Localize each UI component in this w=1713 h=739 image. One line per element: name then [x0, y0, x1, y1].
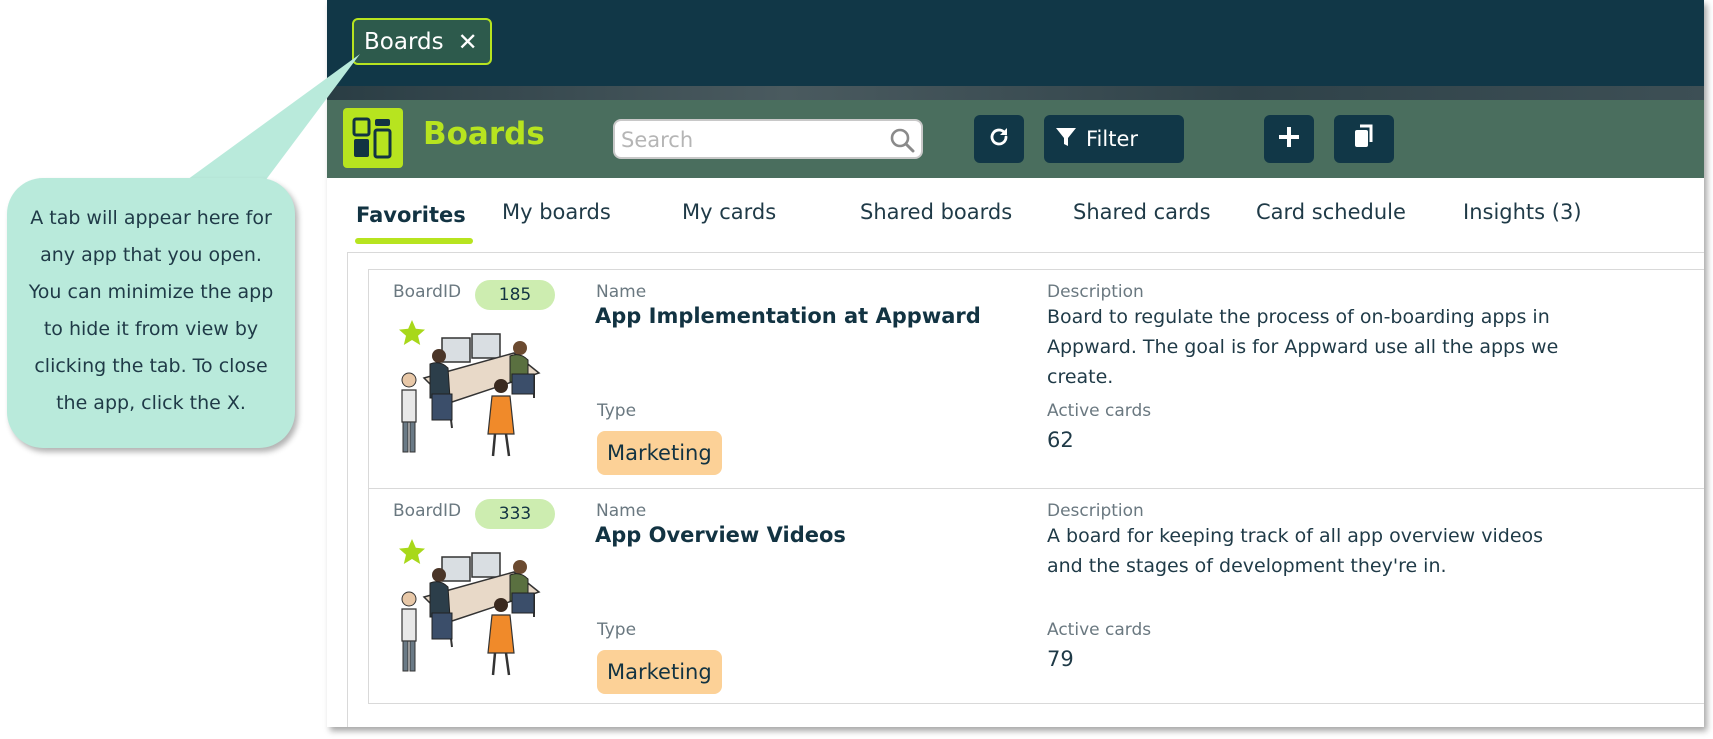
app-title: Boards — [423, 116, 545, 152]
board-view-tabs: Favorites My boards My cards Shared boar… — [327, 178, 1704, 248]
type-tag: Marketing — [597, 431, 722, 475]
active-cards-label: Active cards — [1047, 620, 1152, 640]
type-label: Type — [597, 401, 637, 421]
search-box[interactable] — [613, 119, 923, 159]
name-label: Name — [596, 282, 647, 302]
copy-board-button[interactable] — [1334, 115, 1394, 163]
boards-list: BoardID 185 Name App Implementation at A… — [347, 252, 1704, 727]
board-row[interactable]: BoardID 333 Name App Overview Videos Typ… — [368, 489, 1704, 704]
tab-card-schedule[interactable]: Card schedule — [1256, 200, 1406, 224]
callout-text: A tab will appear here for any app that … — [28, 207, 274, 414]
app-header: Boards F — [327, 100, 1704, 178]
description-label: Description — [1047, 501, 1144, 521]
copy-icon — [1352, 124, 1376, 154]
boards-app-window: Boards ✕ Boards Search Filter Favorites … — [327, 0, 1704, 727]
type-tag: Marketing — [597, 650, 722, 694]
board-name[interactable]: App Overview Videos — [595, 523, 846, 547]
star-icon[interactable] — [397, 537, 427, 571]
tab-shared-cards[interactable]: Shared cards — [1073, 200, 1211, 224]
board-name[interactable]: App Implementation at Appward — [595, 304, 981, 328]
search-icon[interactable] — [889, 127, 915, 157]
app-tab-bar: Boards ✕ — [327, 0, 1704, 88]
active-cards-count: 79 — [1047, 647, 1074, 671]
board-id-label: BoardID — [393, 501, 462, 521]
board-id-badge: 333 — [475, 499, 555, 529]
tab-my-boards[interactable]: My boards — [502, 200, 611, 224]
star-icon[interactable] — [397, 318, 427, 352]
refresh-icon — [987, 125, 1011, 153]
help-callout: A tab will appear here for any app that … — [7, 178, 295, 448]
name-label: Name — [596, 501, 647, 521]
tab-insights[interactable]: Insights (3) — [1463, 200, 1582, 224]
tab-my-cards[interactable]: My cards — [682, 200, 776, 224]
board-description: Board to regulate the process of on-boar… — [1047, 306, 1559, 388]
tab-shared-boards[interactable]: Shared boards — [860, 200, 1012, 224]
type-label: Type — [597, 620, 637, 640]
board-description: A board for keeping track of all app ove… — [1047, 525, 1544, 577]
filter-label: Filter — [1086, 127, 1139, 151]
board-row[interactable]: BoardID 185 Name App Implementation at A… — [368, 269, 1704, 489]
description-label: Description — [1047, 282, 1144, 302]
active-cards-count: 62 — [1047, 428, 1074, 452]
filter-icon — [1054, 125, 1078, 154]
board-id-badge: 185 — [475, 280, 555, 310]
refresh-button[interactable] — [974, 115, 1024, 163]
tab-bar-divider — [327, 86, 1704, 100]
search-input[interactable] — [619, 125, 883, 155]
active-cards-label: Active cards — [1047, 401, 1152, 421]
close-icon[interactable]: ✕ — [458, 30, 478, 54]
add-board-button[interactable] — [1264, 115, 1314, 163]
board-id-label: BoardID — [393, 282, 462, 302]
plus-icon — [1277, 125, 1301, 153]
filter-button[interactable]: Filter — [1044, 115, 1184, 163]
